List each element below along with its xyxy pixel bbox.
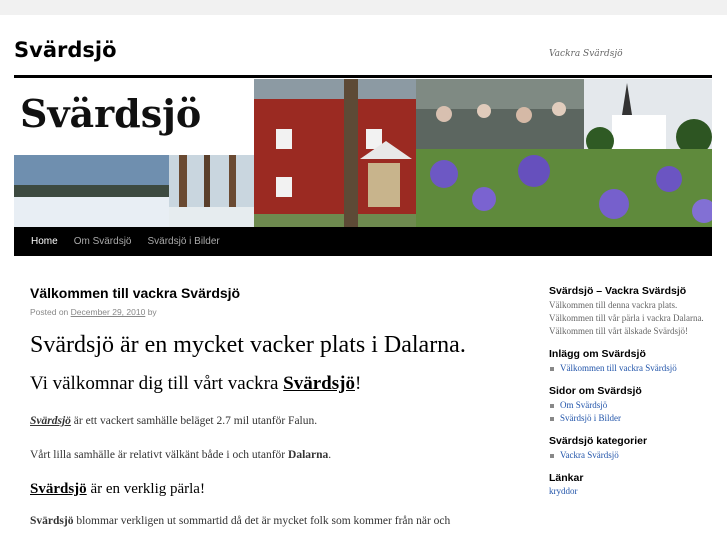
post-meta-prefix: Posted on bbox=[30, 307, 69, 317]
post-paragraph-1-text: är ett vackert samhälle beläget 2.7 mil … bbox=[70, 415, 318, 427]
post-meta-by: by bbox=[147, 307, 157, 317]
post-paragraph-3: Svärdsjö blommar verkligen ut sommartid … bbox=[30, 514, 510, 529]
sidebar-category-link[interactable]: Vackra Svärdsjö bbox=[549, 449, 714, 462]
widget-categories-title: Svärdsjö kategorier bbox=[549, 435, 648, 448]
page-wrapper: Svärdsjö Vackra Svärdsjö Svärdsjö Home O… bbox=[0, 15, 727, 545]
site-title[interactable]: Svärdsjö bbox=[14, 38, 117, 62]
sidebar-post-link[interactable]: Välkommen till vackra Svärdsjö bbox=[549, 362, 714, 375]
widget-pages: Sidor om Svärdsjö Om Svärdsjö Svärdsjö i… bbox=[549, 385, 714, 425]
widget-links-title: Länkar bbox=[549, 472, 584, 485]
widget-links: Länkar kryddor bbox=[549, 472, 714, 496]
nav-item-om-svardsjo[interactable]: Om Svärdsjö bbox=[66, 227, 140, 256]
widget-posts: Inlägg om Svärdsjö Välkommen till vackra… bbox=[549, 348, 714, 375]
post-heading-3: Svärdsjö är en verklig pärla! bbox=[30, 481, 510, 498]
sidebar-page-link-bilder[interactable]: Svärdsjö i Bilder bbox=[549, 412, 714, 425]
nav-item-home[interactable]: Home bbox=[14, 227, 66, 256]
post-heading-2-text: Vi välkomnar dig till vårt vackra bbox=[30, 373, 284, 394]
post-heading-1: Svärdsjö är en mycket vacker plats i Dal… bbox=[30, 332, 466, 358]
banner-logo-text: Svärdsjö bbox=[20, 91, 201, 136]
sidebar-page-link-om[interactable]: Om Svärdsjö bbox=[549, 399, 714, 412]
post-paragraph-3-bold: Svärdsjö bbox=[30, 514, 74, 527]
post-paragraph-2-text: Vårt lilla samhälle är relativt välkänt … bbox=[30, 448, 289, 461]
header-divider bbox=[14, 75, 712, 78]
post-content: Välkommen till vackra Svärdsjö Posted on… bbox=[30, 285, 510, 529]
post-paragraph-2-end: . bbox=[328, 448, 332, 461]
widget-about-text: Välkommen till denna vackra plats. Välko… bbox=[549, 300, 704, 337]
post-heading-2-end: ! bbox=[354, 373, 362, 394]
nav-item-svardsjo-i-bilder[interactable]: Svärdsjö i Bilder bbox=[139, 227, 227, 256]
post-heading-3-text: är en verklig pärla! bbox=[86, 480, 205, 497]
site-description: Vackra Svärdsjö bbox=[549, 49, 623, 59]
post-heading-3-link[interactable]: Svärdsjö bbox=[30, 481, 87, 497]
post-paragraph-3-text: blommar verkligen ut sommartid då det är… bbox=[73, 514, 451, 527]
post-meta: Posted on December 29, 2010 by bbox=[30, 307, 510, 317]
post-date-link[interactable]: December 29, 2010 bbox=[71, 307, 146, 317]
post-heading-2: Vi välkomnar dig till vårt vackra Svärds… bbox=[30, 373, 510, 395]
header-banner-image: Svärdsjö bbox=[14, 79, 712, 227]
main-navigation: Home Om Svärdsjö Svärdsjö i Bilder bbox=[14, 227, 712, 256]
post-paragraph-2: Vårt lilla samhälle är relativt välkänt … bbox=[30, 448, 510, 463]
widget-categories: Svärdsjö kategorier Vackra Svärdsjö bbox=[549, 435, 714, 462]
widget-about-title: Svärdsjö – Vackra Svärdsjö bbox=[549, 285, 687, 297]
sidebar-link-kryddor[interactable]: kryddor bbox=[549, 486, 714, 496]
post-paragraph-1: Svärdsjö är ett vackert samhälle beläget… bbox=[30, 414, 510, 429]
post-title[interactable]: Välkommen till vackra Svärdsjö bbox=[30, 285, 510, 301]
post-paragraph-2-bold: Dalarna bbox=[288, 448, 329, 461]
sidebar: Svärdsjö – Vackra Svärdsjö Välkommen til… bbox=[549, 285, 714, 506]
post-heading-2-link[interactable]: Svärdsjö bbox=[283, 373, 355, 394]
widget-pages-title: Sidor om Svärdsjö bbox=[549, 385, 642, 398]
post-paragraph-1-link[interactable]: Svärdsjö bbox=[30, 415, 71, 427]
widget-about: Svärdsjö – Vackra Svärdsjö Välkommen til… bbox=[549, 285, 714, 338]
widget-posts-title: Inlägg om Svärdsjö bbox=[549, 348, 646, 361]
